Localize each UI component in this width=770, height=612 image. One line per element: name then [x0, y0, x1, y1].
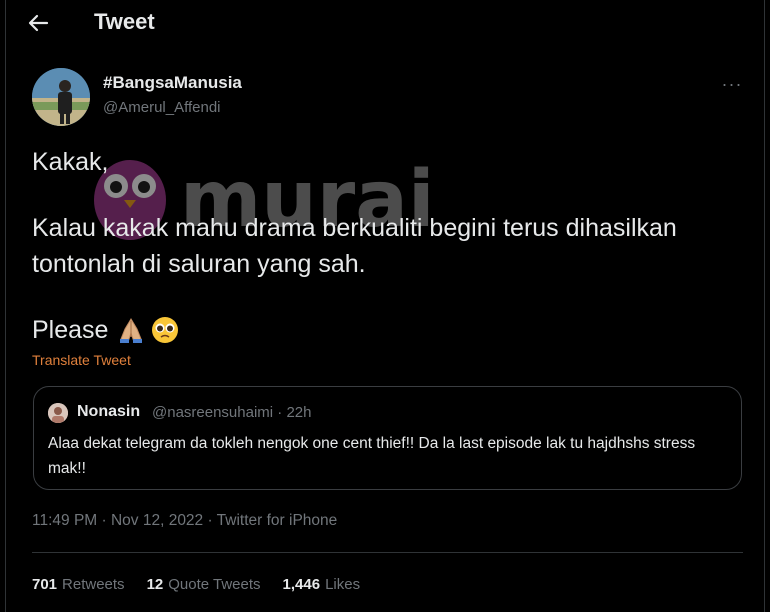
pleading-face-emoji [150, 315, 180, 345]
back-button[interactable] [24, 10, 52, 36]
likes-count: 1,446 [282, 576, 321, 593]
tweet-text-line-2: Kalau kakak mahu drama berkualiti begini… [32, 214, 677, 242]
quotes-label: Quote Tweets [168, 576, 261, 593]
tweet-text-line-4: Please [32, 315, 180, 345]
quotes-count: 12 [146, 576, 164, 593]
tweet-text-line-1: Kakak, [32, 148, 109, 176]
retweets-stat[interactable]: 701 Retweets [32, 576, 125, 593]
quoted-tweet-text: Alaa dekat telegram da tokleh nengok one… [48, 435, 696, 477]
quoted-author-avatar [48, 403, 68, 423]
ellipsis-icon: ··· [721, 73, 743, 94]
tweet-text-line-3: tontonlah di saluran yang sah. [32, 250, 366, 278]
page-title: Tweet [94, 9, 155, 34]
tweet-timestamp[interactable]: 11:49 PM · Nov 12, 2022 · Twitter for iP… [32, 512, 337, 530]
author-handle[interactable]: @Amerul_Affendi [103, 99, 221, 116]
retweets-label: Retweets [62, 576, 125, 593]
more-options-button[interactable]: ··· [714, 74, 750, 94]
quoted-author-name: Nonasin [77, 403, 141, 420]
author-name[interactable]: #BangsaManusia [103, 73, 242, 93]
likes-stat[interactable]: 1,446 Likes [283, 576, 361, 593]
tweet-text-please: Please [32, 315, 109, 344]
translate-tweet-link[interactable]: Translate Tweet [32, 352, 131, 368]
arrow-left-icon [28, 14, 49, 32]
quote-tweets-stat[interactable]: 12 Quote Tweets [147, 576, 261, 593]
divider [32, 552, 743, 553]
top-bar: Tweet [6, 0, 764, 46]
quoted-tweet-card[interactable]: Nonasin @nasreensuhaimi · 22h Alaa dekat… [33, 386, 742, 490]
tweet-page: Tweet #BangsaManusia @Amerul_Affendi ···… [5, 0, 765, 612]
retweets-count: 701 [32, 576, 58, 593]
author-avatar[interactable] [32, 68, 90, 126]
engagement-stats: 701 Retweets 12 Quote Tweets 1,446 Likes [32, 576, 382, 593]
folded-hands-emoji [116, 315, 146, 345]
quoted-author-meta: @nasreensuhaimi · 22h [152, 404, 312, 421]
likes-label: Likes [325, 576, 361, 593]
